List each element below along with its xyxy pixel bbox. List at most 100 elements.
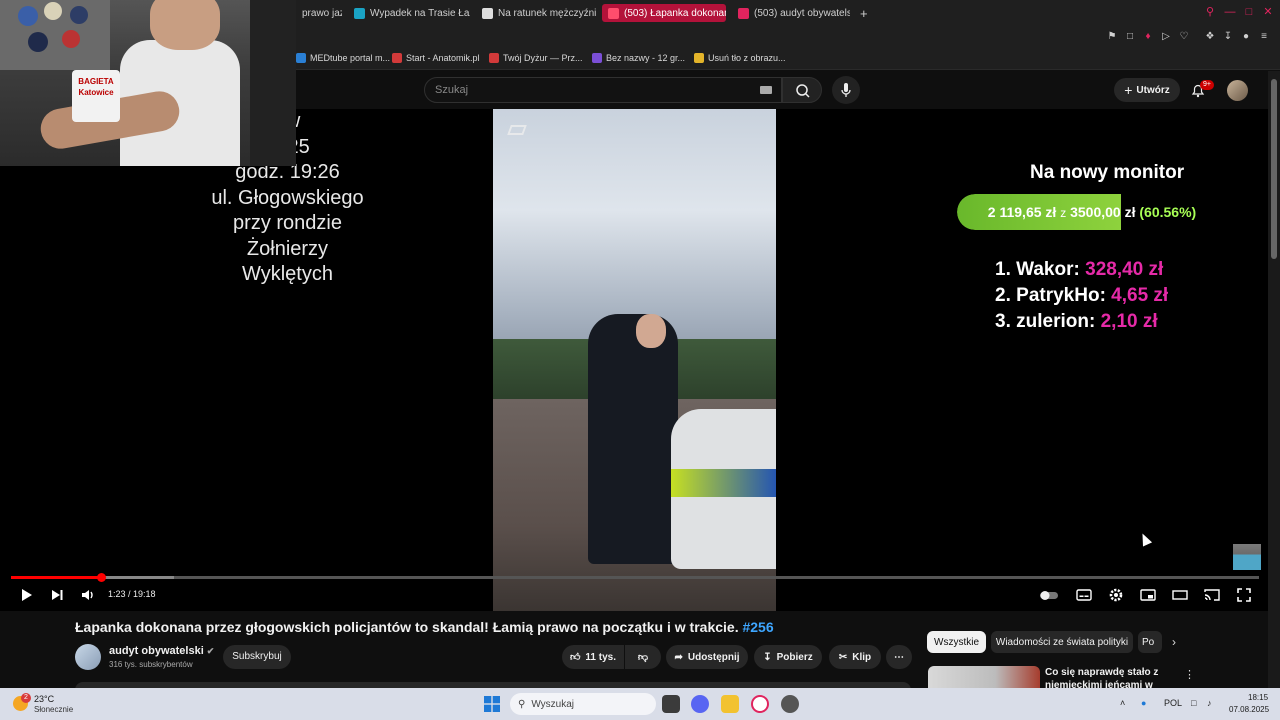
donor-item: 1. Wakor: 328,40 zł bbox=[995, 257, 1168, 283]
page-scrollbar-thumb[interactable] bbox=[1271, 79, 1277, 259]
share-button[interactable]: ➦ Udostępnij bbox=[666, 645, 748, 669]
input-language[interactable]: POL bbox=[1164, 698, 1182, 708]
file-explorer-icon[interactable] bbox=[721, 695, 739, 713]
browser-tab-active[interactable]: (503) Łapanka dokonana bbox=[602, 4, 726, 22]
verified-check-icon: ✔ bbox=[206, 646, 215, 656]
maximize-icon[interactable]: □ bbox=[1243, 6, 1255, 18]
related-more-icon[interactable]: ⋮ bbox=[1184, 668, 1195, 681]
pin-icon[interactable]: ⚑ bbox=[1106, 31, 1118, 43]
extensions-icon[interactable]: ❖ bbox=[1204, 31, 1216, 43]
tray-chevron-up-icon[interactable]: ˄ bbox=[1120, 698, 1125, 708]
chip-partial[interactable]: Po bbox=[1138, 631, 1162, 653]
taskbar-search-input[interactable]: ⚲ Wyszukaj bbox=[510, 693, 656, 715]
browser-tab-3[interactable]: Na ratunek mężczyźnie n bbox=[476, 4, 596, 22]
clock-date[interactable]: 07.08.2025 bbox=[1229, 705, 1269, 714]
play-icon[interactable] bbox=[17, 586, 35, 604]
page-scrollbar[interactable] bbox=[1268, 71, 1280, 688]
keyboard-icon[interactable] bbox=[760, 86, 772, 94]
chip-politics-news[interactable]: Wiadomości ze świata polityki bbox=[991, 631, 1133, 653]
discord-icon[interactable] bbox=[691, 695, 709, 713]
streamer-webcam-overlay: BAGIETA Katowice bbox=[0, 0, 296, 166]
video-title-text: Łapanka dokonana przez głogowskich polic… bbox=[75, 619, 739, 635]
chevron-right-icon[interactable]: › bbox=[1172, 635, 1186, 649]
volume-icon[interactable] bbox=[79, 586, 97, 604]
task-view-icon[interactable] bbox=[662, 695, 680, 713]
subscribe-button[interactable]: Subskrybuj bbox=[223, 645, 291, 669]
progress-bar[interactable] bbox=[11, 573, 1259, 582]
play-icon[interactable]: ▷ bbox=[1160, 31, 1172, 43]
miniplayer-icon[interactable] bbox=[1139, 586, 1157, 604]
browser-tab-1[interactable]: prawo jaz bbox=[296, 4, 342, 22]
related-video-title[interactable]: Co się naprawdę stało z niemieckimi jeńc… bbox=[1045, 666, 1165, 688]
download-button[interactable]: ↧ Pobierz bbox=[754, 645, 822, 669]
video-police-car-stripe bbox=[671, 469, 776, 497]
next-video-icon[interactable] bbox=[48, 586, 66, 604]
like-button[interactable]: 👍︎ 11 tys. bbox=[562, 645, 624, 669]
account-avatar[interactable] bbox=[1227, 80, 1248, 101]
channel-avatar[interactable] bbox=[75, 644, 101, 670]
bookmark-twoj-dyzur[interactable]: Twój Dyżur — Prz... bbox=[489, 53, 583, 63]
speaker-icon[interactable]: ♪ bbox=[1207, 698, 1212, 708]
more-dots-icon: ⋯ bbox=[894, 651, 904, 663]
cast-icon[interactable] bbox=[1203, 586, 1221, 604]
download-label: Pobierz bbox=[776, 651, 813, 663]
bookmark-bez-nazwy[interactable]: Bez nazwy - 12 gr... bbox=[592, 53, 685, 63]
search-icon bbox=[796, 84, 810, 98]
create-button[interactable]: + Utwórz bbox=[1114, 78, 1180, 102]
progress-scrubber-handle[interactable] bbox=[96, 573, 106, 582]
download-icon[interactable]: ↧ bbox=[1222, 31, 1234, 43]
search-input[interactable]: Szukaj bbox=[424, 77, 782, 103]
video-player[interactable]: ów 2025 godz. 19:26 ul. Głogowskiego prz… bbox=[0, 109, 1268, 611]
notification-count-badge: 9+ bbox=[1200, 80, 1214, 90]
network-icon[interactable]: □ bbox=[1191, 698, 1196, 708]
heart-icon[interactable]: ♡ bbox=[1178, 31, 1190, 43]
bookmark-label: Twój Dyżur — Prz... bbox=[503, 53, 583, 63]
search-tabs-icon[interactable]: ⚲ bbox=[1204, 6, 1216, 18]
video-hashtag-link[interactable]: #256 bbox=[742, 619, 773, 635]
shield-icon[interactable]: ♦ bbox=[1142, 31, 1154, 43]
autoplay-toggle-icon[interactable] bbox=[1038, 586, 1060, 604]
windows-start-icon[interactable] bbox=[484, 696, 500, 712]
screenshot-icon[interactable]: □ bbox=[1124, 31, 1136, 43]
browser-tab-2[interactable]: Wypadek na Trasie Łazien bbox=[348, 4, 470, 22]
search-button[interactable] bbox=[782, 77, 822, 103]
chip-all[interactable]: Wszystkie bbox=[927, 631, 986, 653]
weather-description[interactable]: Słonecznie bbox=[34, 705, 73, 714]
mouse-cursor-icon bbox=[1137, 531, 1153, 547]
bookmark-favicon-icon bbox=[592, 53, 602, 63]
dislike-button[interactable]: 👎︎ bbox=[625, 645, 661, 669]
clip-button[interactable]: ✂ Klip bbox=[829, 645, 881, 669]
related-video-thumbnail[interactable] bbox=[928, 666, 1040, 688]
bookmark-medtube[interactable]: MEDtube portal m... bbox=[296, 53, 390, 63]
bookmark-anatomik[interactable]: Start - Anatomik.pl bbox=[392, 53, 480, 63]
donor-rank: 1. bbox=[995, 259, 1011, 280]
new-tab-button[interactable]: + bbox=[854, 4, 874, 22]
webcam-wall-patches bbox=[0, 0, 110, 70]
weather-temperature[interactable]: 23°C bbox=[34, 694, 54, 704]
obs-icon[interactable] bbox=[781, 695, 799, 713]
channel-name-link[interactable]: audyt obywatelski ✔ bbox=[109, 645, 214, 657]
menu-icon[interactable]: ≡ bbox=[1258, 31, 1270, 43]
bookmark-label: Start - Anatomik.pl bbox=[406, 53, 480, 63]
channel-watermark-thumbnail[interactable] bbox=[1233, 544, 1261, 570]
tray-mic-icon[interactable]: ● bbox=[1141, 698, 1146, 708]
browser-tab-5[interactable]: (503) audyt obywatelski bbox=[732, 4, 850, 22]
profile-icon[interactable]: ● bbox=[1240, 31, 1252, 43]
bookmark-usun-tlo[interactable]: Usuń tło z obrazu... bbox=[694, 53, 786, 63]
subtitles-icon[interactable] bbox=[1075, 586, 1093, 604]
voice-search-button[interactable] bbox=[832, 76, 860, 104]
settings-gear-icon[interactable] bbox=[1107, 586, 1125, 604]
donor-name: PatrykHo: bbox=[1016, 285, 1106, 306]
minimize-icon[interactable]: — bbox=[1224, 6, 1236, 18]
opera-gx-icon[interactable] bbox=[751, 695, 769, 713]
tab-label: prawo jaz bbox=[302, 7, 342, 19]
close-icon[interactable]: ✕ bbox=[1262, 6, 1274, 18]
webcam-mug: BAGIETA Katowice bbox=[72, 70, 120, 122]
more-actions-button[interactable]: ⋯ bbox=[886, 645, 912, 669]
share-arrow-icon: ➦ bbox=[674, 651, 683, 663]
theater-mode-icon[interactable] bbox=[1171, 586, 1189, 604]
clock-time[interactable]: 18:15 bbox=[1248, 693, 1268, 702]
donor-amount: 2,10 zł bbox=[1100, 311, 1158, 332]
goal-target: 3500,00 zł bbox=[1070, 204, 1136, 220]
fullscreen-icon[interactable] bbox=[1235, 586, 1253, 604]
